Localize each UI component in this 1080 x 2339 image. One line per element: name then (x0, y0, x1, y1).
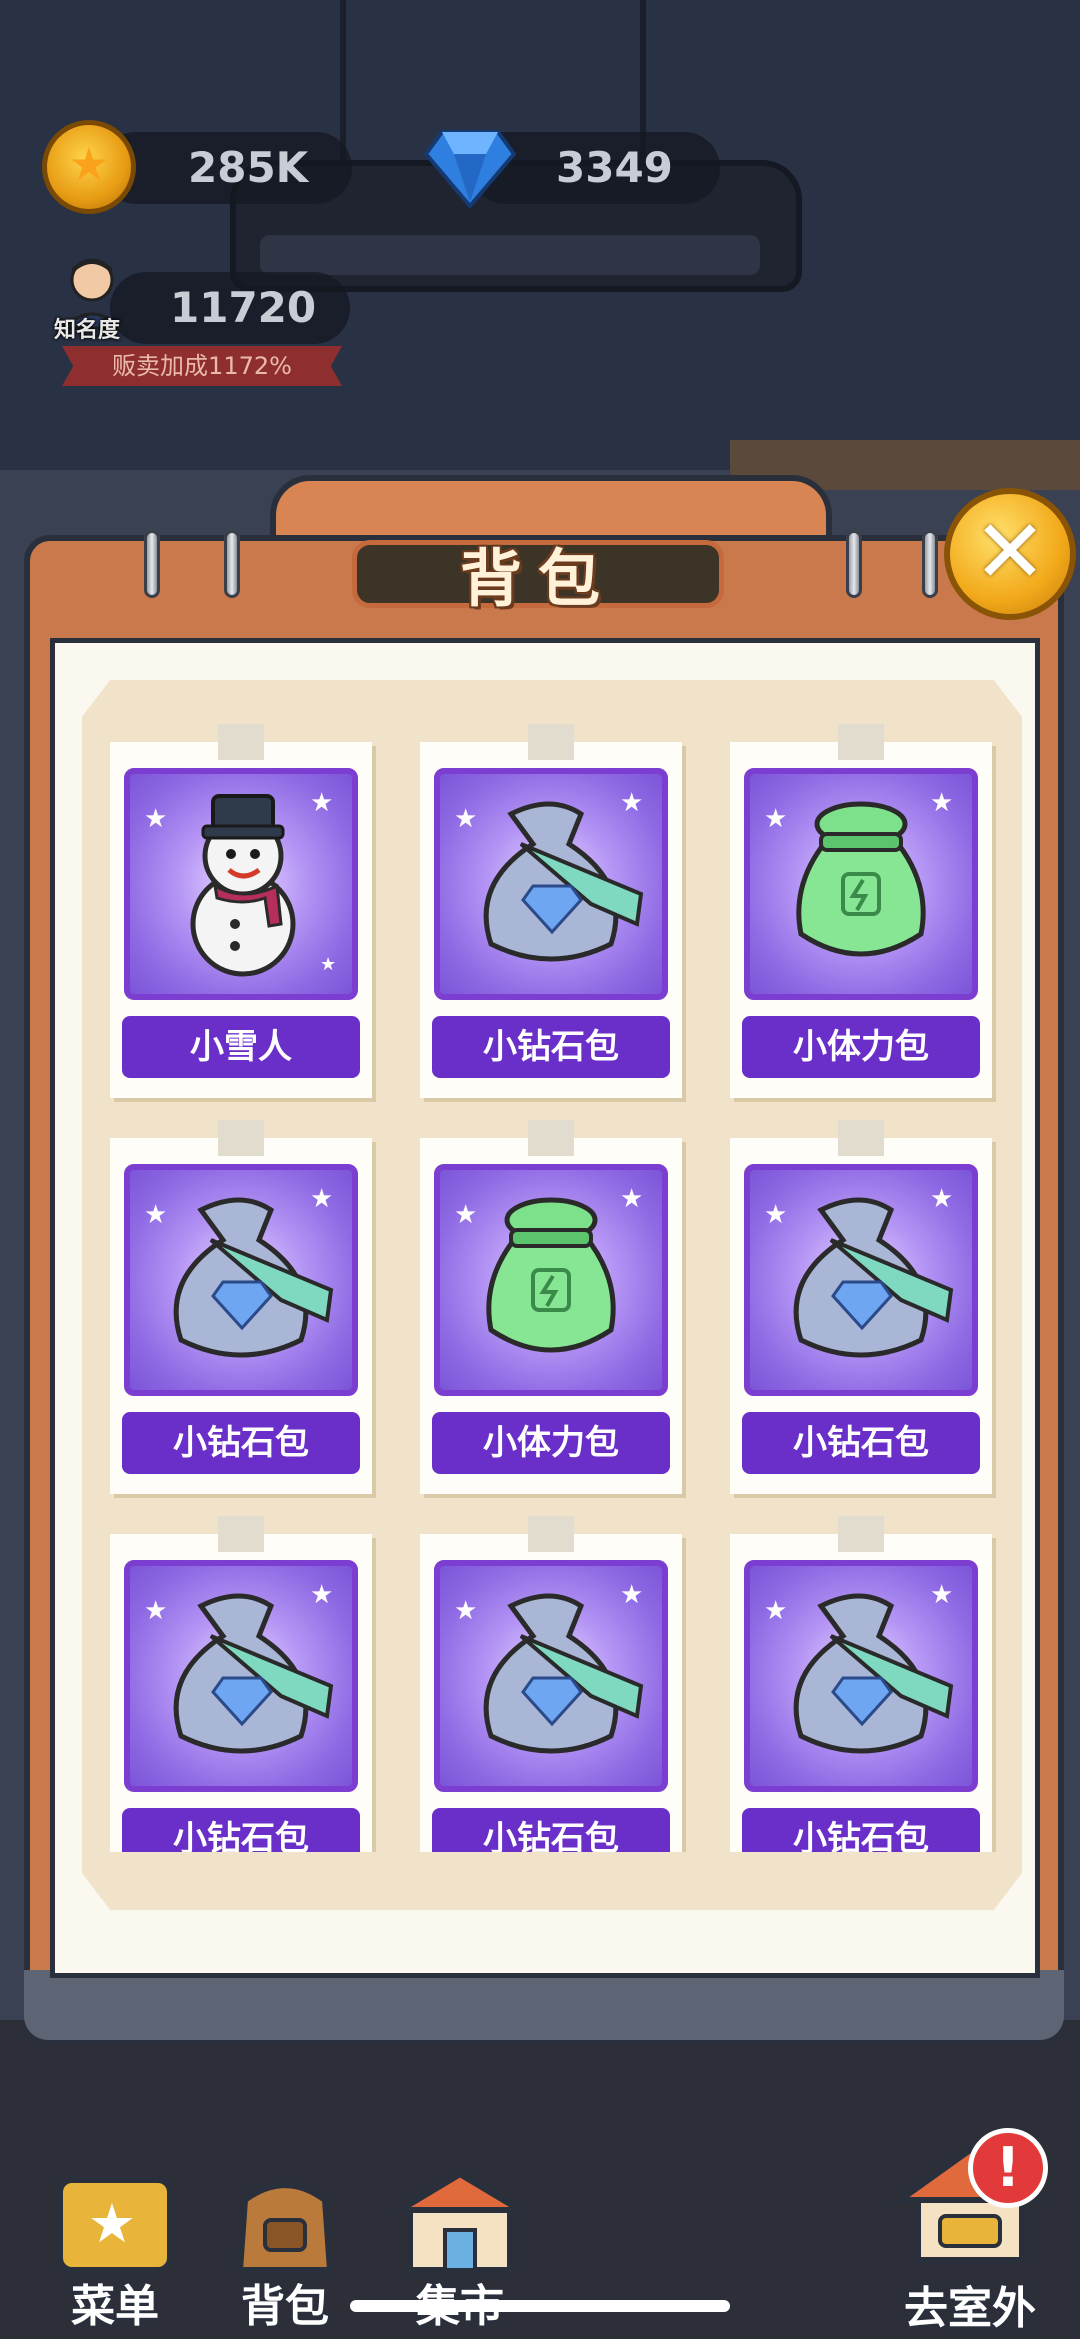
fame-value: 11720 (170, 283, 317, 332)
tape (838, 1120, 884, 1156)
item-label: 小钻石包 (432, 1808, 670, 1852)
tape (528, 1120, 574, 1156)
nav-bag-label: 背包 (241, 2281, 329, 2332)
market-stall-icon (390, 2170, 530, 2273)
alert-badge-icon: ! (968, 2128, 1048, 2208)
diamond-bag-icon (173, 1197, 334, 1358)
lamp-shade (260, 235, 760, 275)
menu-book-icon: ★ (57, 2177, 173, 2273)
coin-value: 285K (188, 143, 309, 192)
tape (218, 724, 264, 760)
binder-ring (846, 530, 862, 598)
backpack-icon (236, 2182, 334, 2273)
binder-ring (922, 530, 938, 598)
inventory-item[interactable]: ★ ★ 小钻石包 (730, 1120, 992, 1494)
item-art: ★ ★ (744, 768, 978, 1000)
item-label: 小钻石包 (122, 1808, 360, 1852)
close-button[interactable]: ✕ (944, 488, 1076, 620)
binder-ring (224, 530, 240, 598)
close-icon: ✕ (973, 500, 1047, 603)
item-label: 小钻石包 (432, 1016, 670, 1078)
tape (528, 1516, 574, 1552)
nav-bag[interactable]: 背包 (210, 2170, 360, 2332)
tape (218, 1120, 264, 1156)
sales-bonus-text: 贩卖加成1172% (112, 352, 292, 380)
panel-title: 背包 (459, 542, 616, 615)
inventory-item[interactable]: ★ ★ 小钻石包 (110, 1516, 372, 1852)
item-art: ★ ★ ★ (124, 768, 358, 1000)
item-art: ★ ★ (434, 1560, 668, 1792)
item-label: 小钻石包 (742, 1808, 980, 1852)
energy-bag-icon (486, 1197, 616, 1353)
diamond-icon (424, 130, 516, 208)
item-art: ★ ★ (744, 1560, 978, 1792)
item-label: 小钻石包 (742, 1412, 980, 1474)
nav-menu[interactable]: ★ 菜单 (40, 2170, 190, 2332)
gem-value: 3349 (556, 143, 673, 192)
binder-ring (144, 530, 160, 598)
item-art: ★ ★ (434, 768, 668, 1000)
item-art: ★ ★ (124, 1560, 358, 1792)
coin-icon (42, 120, 136, 214)
item-label: 小钻石包 (122, 1412, 360, 1474)
tape (838, 724, 884, 760)
diamond-bag-icon (483, 801, 644, 962)
panel-base (24, 1970, 1064, 2040)
item-art: ★ ★ (124, 1164, 358, 1396)
lamp-cord (340, 0, 346, 160)
diamond-bag-icon (173, 1593, 334, 1754)
tape (218, 1516, 264, 1552)
item-art: ★ ★ (744, 1164, 978, 1396)
inventory-item[interactable]: ★ ★ 小钻石包 (730, 1516, 992, 1852)
inventory-grid[interactable]: ★ ★ ★ 小雪人 ★ ★ 小钻石包 ★ ★ 小体力包 ★ ★ 小钻石包 ★ ★… (82, 720, 1022, 1852)
item-art: ★ ★ (434, 1164, 668, 1396)
diamond-bag-icon (483, 1593, 644, 1754)
nav-go-outside-label: 去室外 (904, 2283, 1036, 2334)
inventory-item[interactable]: ★ ★ 小体力包 (730, 724, 992, 1098)
diamond-bag-icon (793, 1593, 954, 1754)
fame-label: 知名度 (54, 318, 121, 343)
diamond-bag-icon (793, 1197, 954, 1358)
home-indicator[interactable] (350, 2300, 730, 2312)
tape (528, 724, 574, 760)
inventory-item[interactable]: ★ ★ 小钻石包 (420, 724, 682, 1098)
inventory-item[interactable]: ★ ★ 小体力包 (420, 1120, 682, 1494)
item-label: 小体力包 (742, 1016, 980, 1078)
item-label: 小雪人 (122, 1016, 360, 1078)
energy-bag-icon (796, 801, 926, 957)
snowman-icon (190, 794, 296, 977)
inventory-item[interactable]: ★ ★ 小钻石包 (110, 1120, 372, 1494)
svg-text:★: ★ (88, 2192, 136, 2255)
item-label: 小体力包 (432, 1412, 670, 1474)
tape (838, 1516, 884, 1552)
inventory-item[interactable]: ★ ★ 小钻石包 (420, 1516, 682, 1852)
inventory-item[interactable]: ★ ★ ★ 小雪人 (110, 724, 372, 1098)
nav-menu-label: 菜单 (71, 2281, 159, 2332)
